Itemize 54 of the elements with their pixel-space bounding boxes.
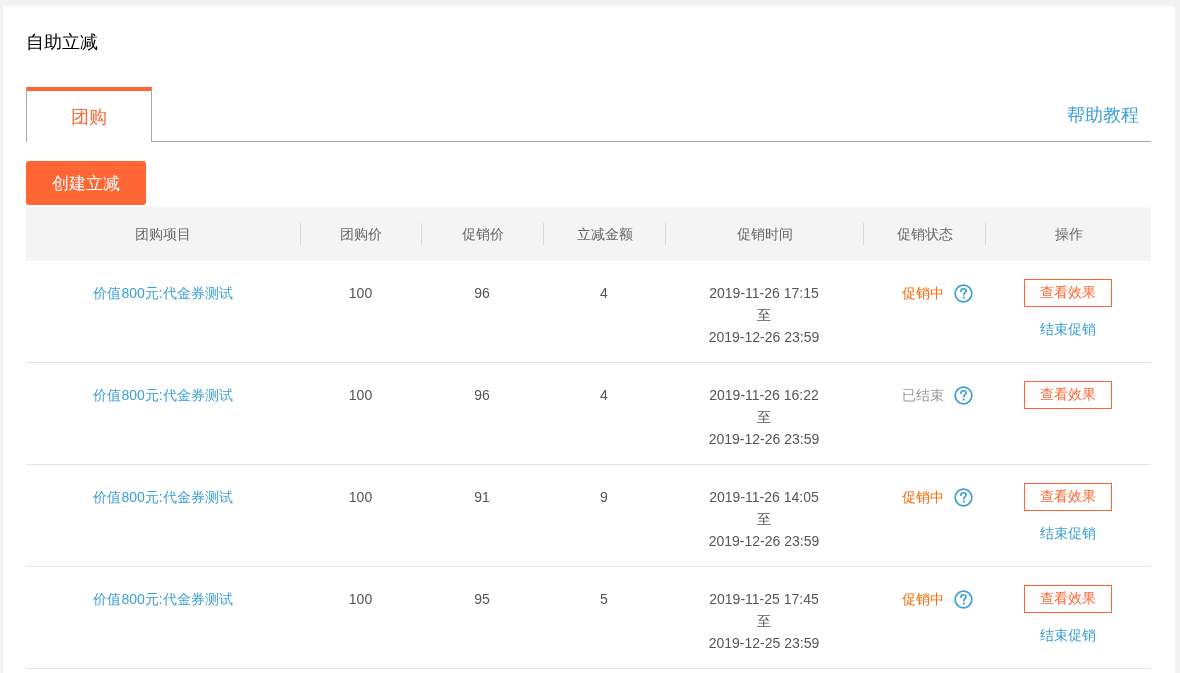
discount-text: 4 (600, 386, 608, 405)
range-separator-text: 至 (757, 510, 771, 529)
end-time-text: 2019-12-26 23:59 (708, 430, 820, 449)
column-header: 促销价 (421, 223, 543, 245)
view-effect-button[interactable]: 查看效果 (1024, 483, 1112, 511)
column-header: 团购价 (300, 223, 421, 245)
view-effect-button[interactable]: 查看效果 (1024, 585, 1112, 613)
end-time-text: 2019-12-26 23:59 (708, 328, 820, 347)
status-text: 促销中 (901, 284, 944, 303)
help-icon[interactable] (953, 386, 973, 405)
promo-price-text: 96 (474, 386, 490, 405)
status-text: 促销中 (901, 488, 944, 507)
start-time-text: 2019-11-25 17:45 (709, 590, 819, 609)
start-time-text: 2019-11-26 14:05 (709, 488, 819, 507)
end-promotion-link[interactable]: 结束促销 (1040, 522, 1096, 544)
end-time-text: 2019-12-25 23:59 (708, 634, 820, 653)
end-promotion-link[interactable]: 结束促销 (1040, 318, 1096, 340)
promo-price-text: 91 (474, 488, 490, 507)
group-price-text: 100 (348, 590, 373, 609)
item-link[interactable]: 价值800元:代金券测试 (93, 387, 233, 403)
range-separator-text: 至 (757, 612, 771, 631)
status-text: 已结束 (901, 386, 944, 405)
discount-text: 9 (600, 488, 608, 507)
group-price-text: 100 (348, 488, 373, 507)
start-time-text: 2019-11-26 16:22 (709, 386, 819, 405)
column-header: 促销时间 (665, 223, 863, 245)
help-icon[interactable] (953, 488, 973, 507)
end-time-text: 2019-12-26 23:59 (708, 532, 820, 551)
tab[interactable]: 团购 (26, 87, 152, 142)
start-time-text: 2019-11-26 17:15 (709, 284, 819, 303)
column-header: 团购项目 (134, 225, 192, 244)
help-icon[interactable] (953, 590, 973, 609)
promo-price-text: 96 (474, 284, 490, 303)
promo-price-text: 95 (474, 590, 490, 609)
range-separator-text: 至 (757, 306, 771, 325)
group-price-text: 100 (348, 284, 373, 303)
column-header: 操作 (985, 223, 1151, 245)
range-separator-text: 至 (757, 408, 771, 427)
help-link[interactable]: 帮助教程 (1067, 103, 1139, 127)
item-link[interactable]: 价值800元:代金券测试 (93, 285, 233, 301)
column-header: 立减金额 (543, 223, 665, 245)
item-link[interactable]: 价值800元:代金券测试 (93, 489, 233, 505)
discount-text: 5 (600, 590, 608, 609)
create-button[interactable]: 创建立减 (26, 161, 146, 205)
group-price-text: 100 (348, 386, 373, 405)
column-header: 促销状态 (863, 223, 985, 245)
discount-text: 4 (600, 284, 608, 303)
item-link[interactable]: 价值800元:代金券测试 (93, 591, 233, 607)
status-text: 促销中 (901, 590, 944, 609)
help-icon[interactable] (953, 284, 973, 303)
view-effect-button[interactable]: 查看效果 (1024, 279, 1112, 307)
page-title: 自助立减 (26, 31, 98, 54)
view-effect-button[interactable]: 查看效果 (1024, 381, 1112, 409)
end-promotion-link[interactable]: 结束促销 (1040, 624, 1096, 646)
